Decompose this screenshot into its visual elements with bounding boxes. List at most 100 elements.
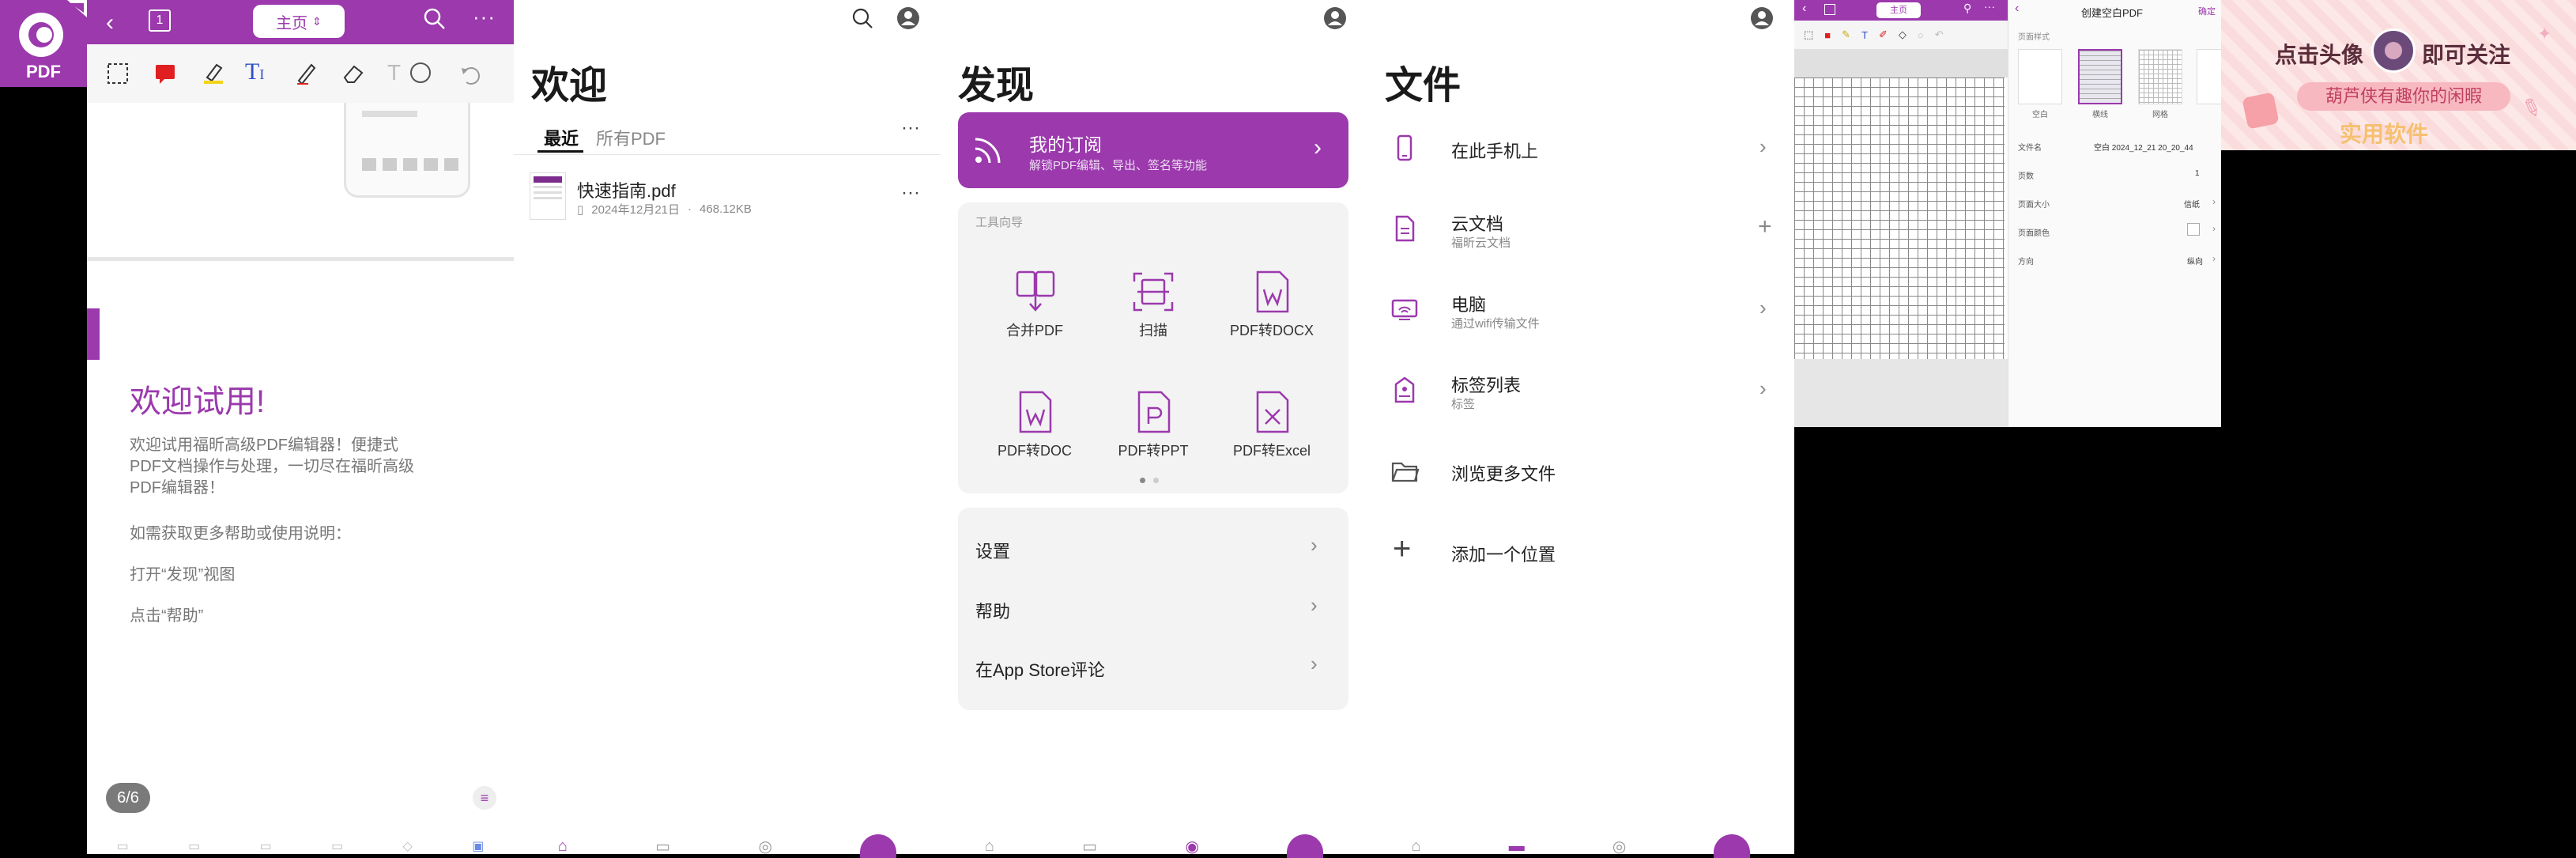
files-row-browse[interactable]: 浏览更多文件 [1367,441,1794,501]
app-store-review-row[interactable]: 在App Store评论 [975,656,1105,682]
files-row-cloud[interactable]: 云文档 福昕云文档 + [1367,199,1794,259]
comment-icon[interactable] [153,62,177,85]
highlight-icon[interactable] [201,60,226,85]
filename-field[interactable]: 空白 2024_12_21 20_20_44 [2094,141,2193,153]
nav-files-icon[interactable]: ▭ [1082,837,1097,856]
text-box-icon[interactable]: T [387,60,401,85]
tab-all-pdf[interactable]: 所有PDF [596,125,666,150]
text-tool-icon[interactable]: T [1861,29,1868,41]
merge-pdf-icon [1016,270,1055,312]
more-icon[interactable]: ··· [1984,0,1995,13]
phone-illustration [344,103,470,198]
file-thumbnail[interactable] [530,172,566,220]
nav-icon-1[interactable]: ▭ [117,838,129,854]
chevron-updown-icon: ⇕ [312,14,322,28]
account-icon[interactable] [1323,6,1347,30]
search-icon[interactable] [850,6,874,30]
back-icon[interactable]: ‹ [106,9,114,36]
page-accent-bar [87,308,100,360]
settings-row[interactable]: 设置 [975,538,1010,563]
comment-icon[interactable]: ■ [1824,29,1831,41]
undo-icon[interactable] [458,62,482,85]
nav-icon-2[interactable]: ▭ [188,838,200,854]
page-box-icon[interactable]: 1 [149,9,171,32]
tool-pdf-to-excel[interactable]: PDF转Excel [1220,389,1323,460]
nav-icon-6[interactable]: ▣ [472,838,484,854]
tool-pdf-to-ppt[interactable]: PDF转PPT [1102,389,1205,460]
shape-icon[interactable]: ○ [1918,29,1924,41]
style-lined[interactable] [2078,49,2122,104]
back-icon[interactable]: ‹ [1802,2,1806,16]
page-color-swatch[interactable] [2187,223,2200,236]
tool-label: PDF转Excel [1232,443,1311,459]
nav-add-button[interactable] [860,834,897,858]
account-icon[interactable] [1750,6,1774,30]
tool-scan[interactable]: 扫描 [1102,269,1205,340]
avatar[interactable] [2371,28,2416,73]
style-blank[interactable] [2018,49,2062,104]
back-icon[interactable]: ‹ [2015,2,2019,16]
style-more[interactable] [2197,49,2222,104]
nav-files-icon[interactable]: ▬ [1509,837,1525,856]
account-icon[interactable] [896,6,920,30]
files-row-computer[interactable]: 电脑 通过wifi传输文件 › [1367,280,1794,340]
home-dropdown[interactable]: 主页 [1876,2,1921,18]
nav-icon-4[interactable]: ▭ [331,838,343,854]
eraser-icon[interactable]: ◇ [1899,28,1907,41]
file-more-icon[interactable]: ··· [901,182,920,204]
tab-recent[interactable]: 最近 [544,125,579,150]
undo-icon[interactable]: ↶ [1935,28,1944,41]
nav-home-icon[interactable]: ⌂ [558,837,568,856]
nav-discover-icon[interactable]: ◎ [1612,837,1626,856]
text-tool-icon[interactable]: TI [245,59,264,85]
eraser-icon[interactable] [341,62,365,85]
outline-toggle-icon[interactable]: ≡ [473,786,496,810]
select-rect-icon[interactable]: ⬚ [1804,28,1813,41]
files-row-this-phone[interactable]: 在此手机上 › [1367,119,1794,179]
nav-add-button[interactable] [1714,834,1751,858]
nav-discover-icon[interactable]: ◎ [758,837,771,856]
more-icon[interactable]: ··· [473,5,496,29]
promo-banner: 点击头像 即可关注 葫芦侠有趣你的闲暇 实用软件 ✎ ✦ [2221,0,2576,150]
tool-merge-pdf[interactable]: 合并PDF [983,269,1086,340]
search-icon[interactable] [422,6,447,32]
field-label: 页面大小 [2018,201,2050,210]
tools-card: 工具向导 合并PDF 扫描 PDF转DOCX PDF转DOC PDF转PPT P… [958,202,1348,493]
nav-files-icon[interactable]: ▭ [655,837,670,856]
nav-add-button[interactable] [1287,834,1324,858]
subscription-subtitle: 解锁PDF编辑、导出、签名等功能 [1029,159,1208,172]
files-row-add-location[interactable]: + 添加一个位置 [1367,522,1794,582]
nav-home-icon[interactable]: ⌂ [1412,837,1421,856]
tool-pdf-to-docx[interactable]: PDF转DOCX [1220,269,1323,340]
page-count-field[interactable]: 1 [2195,169,2200,178]
list-more-icon[interactable]: ··· [901,117,920,139]
subscription-title: 我的订阅 [1029,134,1102,155]
tool-label: PDF转DOC [998,443,1072,459]
subscription-card[interactable]: 我的订阅 解锁PDF编辑、导出、签名等功能 › [958,112,1348,188]
shape-icon[interactable] [406,60,435,85]
nav-icon-5[interactable]: ◇ [403,838,413,854]
file-name[interactable]: 快速指南.pdf [577,177,676,202]
page-style-label: 页面样式 [2018,33,2050,42]
home-dropdown[interactable]: 主页 ⇕ [253,5,345,38]
create-pdf-panel: ‹ 主页 ⚲ ··· ⬚ ■ ✎ T ✐ ◇ ○ ↶ ‹ 创建空白PDF 确定 … [1794,0,2222,427]
pen-icon[interactable] [294,60,319,85]
files-row-tags[interactable]: 标签列表 标签 › [1367,361,1794,421]
confirm-button[interactable]: 确定 [2198,5,2216,17]
search-icon[interactable]: ⚲ [1963,2,1971,15]
pen-icon[interactable]: ✐ [1879,28,1888,41]
select-rect-icon[interactable] [106,62,130,85]
nav-home-icon[interactable]: ⌂ [985,837,994,856]
nav-discover-icon[interactable]: ◉ [1185,837,1198,856]
nav-icon-3[interactable]: ▭ [260,838,272,854]
style-grid[interactable] [2138,49,2182,104]
orientation-select[interactable]: 纵向 [2187,255,2203,266]
highlight-icon[interactable]: ✎ [1842,28,1850,41]
help-row[interactable]: 帮助 [975,598,1010,623]
page-box-icon[interactable] [1824,4,1835,15]
plus-icon[interactable]: + [1758,214,1772,240]
page-size-select[interactable]: 信纸 [2184,198,2200,210]
pdf-to-ppt-icon [1137,391,1171,433]
page-title: 文件 [1385,65,1461,107]
tool-pdf-to-doc[interactable]: PDF转DOC [983,389,1086,460]
